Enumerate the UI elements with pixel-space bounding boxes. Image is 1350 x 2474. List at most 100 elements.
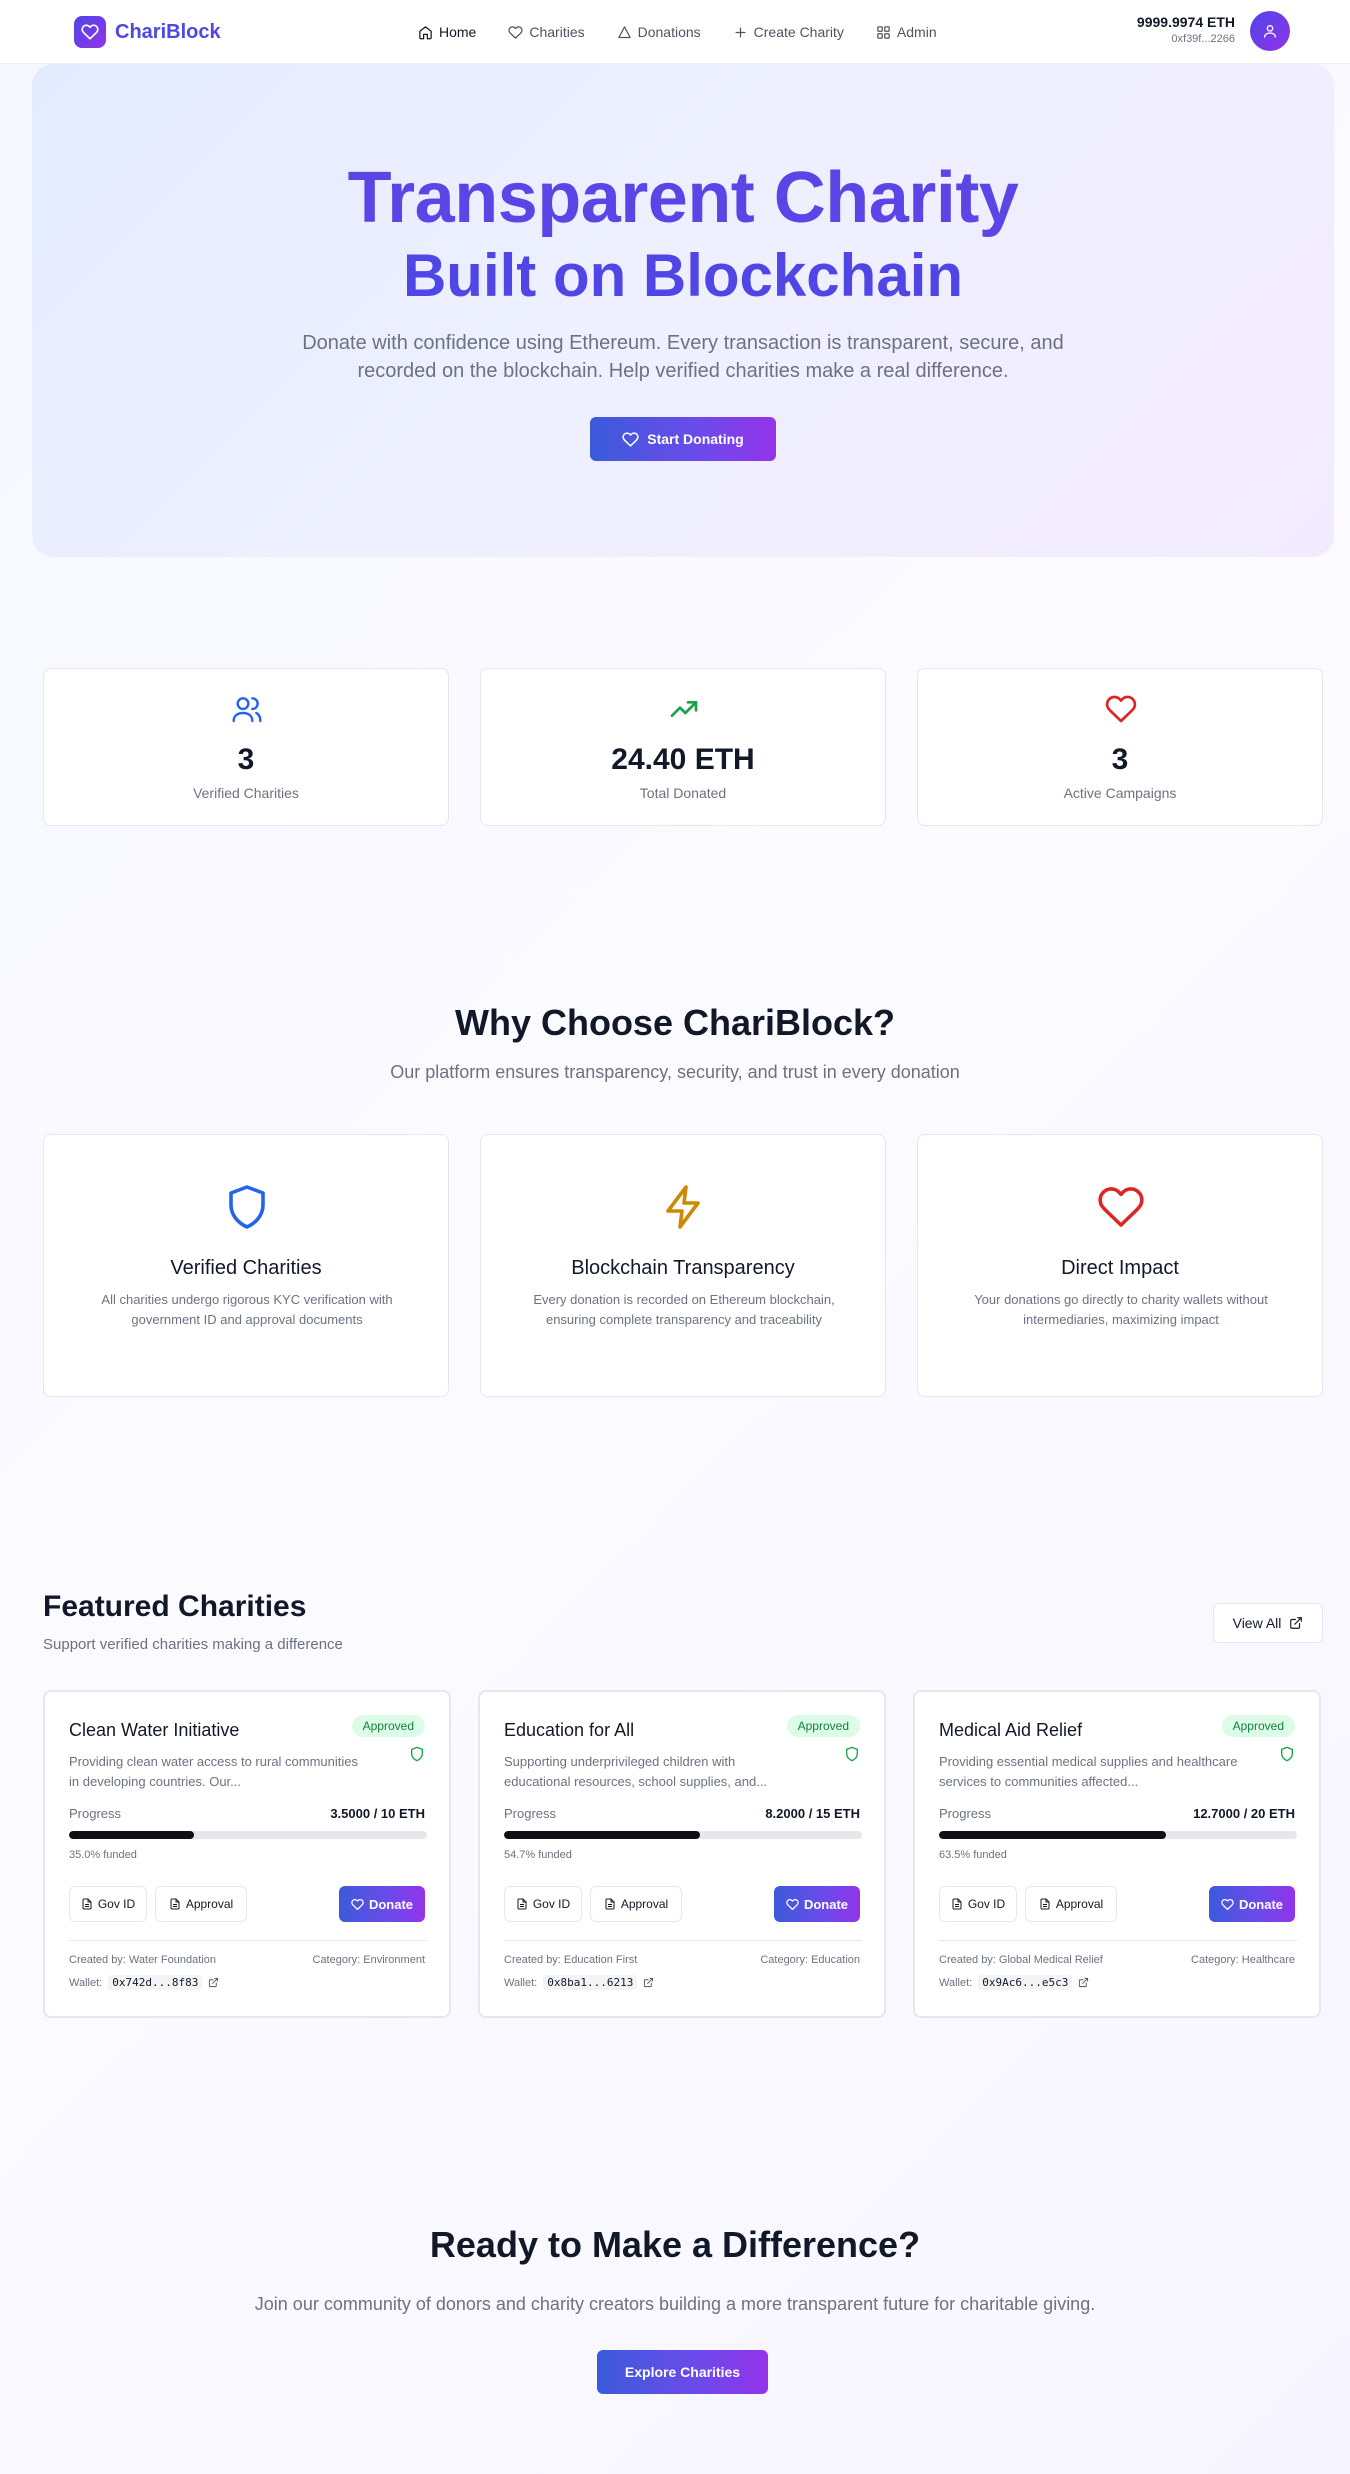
charity-category: Category: Environment	[312, 1954, 426, 1966]
nav-links: Home Charities Donations Create Charity …	[418, 22, 969, 42]
gov-id-label: Gov ID	[532, 1897, 571, 1911]
progress-fill	[69, 1831, 195, 1839]
start-donating-button[interactable]: Start Donating	[590, 417, 776, 461]
progress-label: Progress	[69, 1806, 122, 1821]
document-icon	[1040, 1898, 1050, 1910]
progress-bar	[69, 1831, 427, 1839]
gov-id-button[interactable]: Gov ID	[939, 1886, 1017, 1922]
start-donating-label: Start Donating	[647, 431, 744, 447]
nav-link-label: Create Charity	[753, 24, 844, 40]
nav-link-create-charity[interactable]: Create Charity	[733, 22, 844, 42]
nav-link-label: Admin	[896, 24, 937, 40]
stat-card-total-donated: 24.40 ETH Total Donated	[480, 668, 886, 826]
approval-label: Approval	[1055, 1897, 1104, 1911]
progress-value: 12.7000 / 20 ETH	[1193, 1806, 1295, 1821]
explore-charities-button[interactable]: Explore Charities	[597, 2350, 768, 2394]
feature-card-direct-impact: Direct Impact Your donations go directly…	[917, 1134, 1323, 1397]
heart-icon	[786, 1898, 799, 1910]
divider	[939, 1940, 1297, 1941]
stat-value: 3	[237, 743, 255, 776]
brand-name: ChariBlock	[115, 20, 221, 43]
why-subtitle: Our platform ensures transparency, secur…	[390, 1062, 960, 1082]
home-icon	[419, 25, 432, 39]
gov-id-button[interactable]: Gov ID	[504, 1886, 582, 1922]
charity-category: Category: Education	[760, 1954, 860, 1966]
document-icon	[517, 1898, 527, 1910]
why-title: Why Choose ChariBlock?	[454, 1002, 896, 1043]
featured-subtitle: Support verified charities making a diff…	[43, 1636, 343, 1653]
donate-button[interactable]: Donate	[1209, 1886, 1295, 1922]
donate-label: Donate	[803, 1896, 849, 1912]
funded-percent: 35.0% funded	[69, 1849, 137, 1861]
stat-value: 24.40 ETH	[611, 743, 755, 776]
external-link-icon[interactable]	[208, 1977, 219, 1988]
nav-link-label: Charities	[529, 24, 585, 40]
divider	[69, 1940, 427, 1941]
stat-label: Verified Charities	[193, 785, 299, 801]
top-navigation: ChariBlock Home Charities Donations Crea…	[0, 0, 1350, 64]
cta-title: Ready to Make a Difference?	[429, 2224, 921, 2265]
user-avatar[interactable]	[1250, 11, 1290, 51]
external-link-icon[interactable]	[643, 1977, 654, 1988]
brand[interactable]: ChariBlock	[74, 16, 221, 48]
wallet-address: 0x8ba1...6213	[543, 1975, 638, 1990]
wallet-info: 9999.9974 ETH 0xf39f...2266	[1137, 14, 1235, 45]
charity-title: Clean Water Initiative	[69, 1720, 240, 1740]
hero-section: Transparent Charity Built on Blockchain …	[32, 64, 1334, 557]
feature-description: Your donations go directly to charity wa…	[974, 1292, 1268, 1327]
charity-card: Education for All Approved Supporting un…	[478, 1690, 886, 2018]
progress-value: 3.5000 / 10 ETH	[330, 1806, 425, 1821]
donate-button[interactable]: Donate	[774, 1886, 860, 1922]
nav-link-home[interactable]: Home	[418, 22, 476, 42]
heart-icon	[622, 431, 639, 447]
charity-card: Medical Aid Relief Approved Providing es…	[913, 1690, 1321, 2018]
progress-value: 8.2000 / 15 ETH	[765, 1806, 860, 1821]
stat-label: Active Campaigns	[1063, 785, 1177, 801]
stat-label: Total Donated	[639, 785, 727, 801]
charity-category: Category: Healthcare	[1191, 1954, 1295, 1966]
donate-button[interactable]: Donate	[339, 1886, 425, 1922]
progress-label: Progress	[504, 1806, 557, 1821]
hero-title-line1: Transparent Charity	[347, 158, 1019, 238]
featured-title: Featured Charities	[43, 1590, 307, 1623]
wallet-address: 0x9Ac6...e5c3	[978, 1975, 1073, 1990]
external-link-icon	[1290, 1617, 1303, 1629]
approval-button[interactable]: Approval	[1025, 1886, 1117, 1922]
brand-logo-heart-icon	[74, 16, 106, 48]
stat-card-active-campaigns: 3 Active Campaigns	[917, 668, 1323, 826]
external-link-icon[interactable]	[1078, 1977, 1089, 1988]
nav-link-charities[interactable]: Charities	[508, 22, 585, 42]
approval-label: Approval	[620, 1897, 669, 1911]
explore-charities-label: Explore Charities	[624, 2364, 741, 2380]
shield-check-icon	[846, 1746, 858, 1762]
shield-check-icon	[1281, 1746, 1293, 1762]
feature-card-verified: Verified Charities All charities undergo…	[43, 1134, 449, 1397]
feature-card-transparency: Blockchain Transparency Every donation i…	[480, 1134, 886, 1397]
hero-subtitle: Donate with confidence using Ethereum. E…	[302, 332, 1064, 382]
status-badge: Approved	[351, 1715, 425, 1737]
view-all-button[interactable]: View All	[1213, 1603, 1323, 1643]
funded-percent: 54.7% funded	[504, 1849, 572, 1861]
wallet-label: Wallet:	[504, 1976, 538, 1989]
status-badge: Approved	[786, 1715, 860, 1737]
charity-description: Supporting underprivileged children with…	[504, 1754, 768, 1789]
feature-description: Every donation is recorded on Ethereum b…	[533, 1292, 835, 1327]
approval-button[interactable]: Approval	[590, 1886, 682, 1922]
heart-icon	[508, 25, 523, 39]
progress-fill	[939, 1831, 1167, 1839]
progress-bar	[939, 1831, 1297, 1839]
nav-link-admin[interactable]: Admin	[876, 22, 937, 42]
donate-label: Donate	[1238, 1896, 1284, 1912]
document-icon	[605, 1898, 615, 1910]
document-icon	[952, 1898, 962, 1910]
wallet-address: 0x742d...8f83	[108, 1975, 203, 1990]
charity-creator: Created by: Global Medical Relief	[939, 1954, 1103, 1966]
document-icon	[82, 1898, 92, 1910]
gov-id-button[interactable]: Gov ID	[69, 1886, 147, 1922]
nav-link-donations[interactable]: Donations	[617, 22, 701, 42]
divider	[504, 1940, 862, 1941]
charity-creator: Created by: Education First	[504, 1954, 638, 1966]
status-badge: Approved	[1221, 1715, 1295, 1737]
progress-fill	[504, 1831, 700, 1839]
approval-button[interactable]: Approval	[155, 1886, 247, 1922]
